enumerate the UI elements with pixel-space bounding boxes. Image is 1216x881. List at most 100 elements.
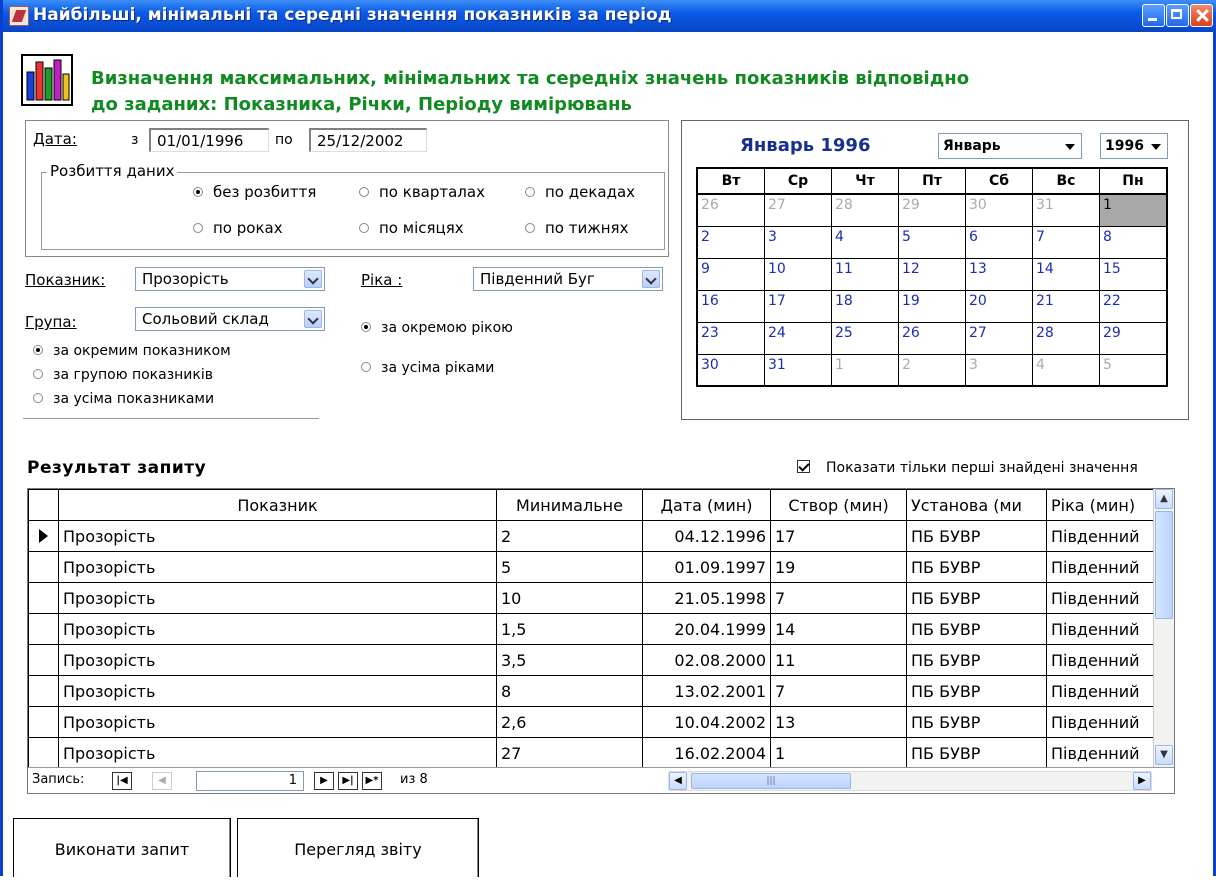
radio-split-months[interactable]: по місяцях [359, 219, 464, 237]
calendar-day[interactable]: 19 [898, 289, 966, 323]
table-row[interactable]: Прозорість 27 16.02.2004 1 ПБ БУВР Півде… [28, 737, 1159, 769]
table-cell[interactable]: Південний [1046, 675, 1159, 707]
table-cell[interactable]: Прозорість [58, 520, 497, 552]
calendar-day[interactable]: 8 [1099, 225, 1168, 259]
calendar-day[interactable]: 4 [1032, 353, 1100, 387]
close-button[interactable] [1190, 4, 1213, 27]
chevron-down-icon[interactable] [304, 270, 322, 288]
calendar-day[interactable]: 31 [1032, 193, 1100, 227]
first-record-icon[interactable]: |◀ [112, 772, 132, 790]
vertical-scrollbar[interactable]: ▲ ▼ [1153, 489, 1174, 767]
table-cell[interactable]: 3,5 [496, 644, 643, 676]
table-cell[interactable]: 8 [496, 675, 643, 707]
calendar-day[interactable]: 1 [831, 353, 899, 387]
date-to-field[interactable]: 25/12/2002 [309, 128, 427, 152]
calendar-day[interactable]: 4 [831, 225, 899, 259]
previous-record-icon[interactable]: ◀ [152, 772, 172, 790]
table-cell[interactable]: Прозорість [58, 675, 497, 707]
row-selector[interactable] [28, 737, 59, 769]
radio-split-decades[interactable]: по декадах [525, 183, 635, 201]
table-cell[interactable]: Південний [1046, 644, 1159, 676]
calendar-day[interactable]: 12 [898, 257, 966, 291]
calendar-day[interactable]: 24 [764, 321, 832, 355]
table-row[interactable]: Прозорість 10 21.05.1998 7 ПБ БУВР Півде… [28, 582, 1159, 614]
table-cell[interactable]: 13.02.2001 [642, 675, 771, 707]
only-first-checkbox[interactable]: Показати тільки перші знайдені значення [797, 459, 1138, 476]
scroll-down-icon[interactable]: ▼ [1155, 745, 1173, 765]
radio-split-years[interactable]: по роках [193, 219, 283, 237]
calendar-day[interactable]: 17 [764, 289, 832, 323]
table-row[interactable]: Прозорість 3,5 02.08.2000 11 ПБ БУВР Пів… [28, 644, 1159, 676]
record-number-field[interactable]: 1 [196, 771, 304, 791]
table-row[interactable]: Прозорість 2 04.12.1996 17 ПБ БУВР Півде… [28, 520, 1159, 552]
radio-indicator-single[interactable]: за окремим показником [33, 343, 231, 359]
calendar-day[interactable]: 6 [965, 225, 1033, 259]
group-combo[interactable]: Сольовий склад [135, 307, 325, 331]
table-cell[interactable]: Прозорість [58, 737, 497, 769]
table-cell[interactable]: Прозорість [58, 644, 497, 676]
table-cell[interactable]: 13 [770, 706, 907, 738]
row-selector[interactable] [28, 613, 59, 645]
table-cell[interactable]: ПБ БУВР [906, 613, 1047, 645]
maximize-button[interactable] [1166, 4, 1189, 27]
table-cell[interactable]: Прозорість [58, 582, 497, 614]
radio-river-all[interactable]: за усіма ріками [361, 360, 494, 376]
row-selector[interactable] [28, 706, 59, 738]
table-cell[interactable]: Прозорість [58, 613, 497, 645]
scroll-right-icon[interactable]: ▶ [1133, 772, 1151, 790]
horizontal-scrollbar[interactable]: ◀ ||| ▶ [668, 771, 1152, 791]
table-cell[interactable]: ПБ БУВР [906, 582, 1047, 614]
calendar-day[interactable]: 3 [965, 353, 1033, 387]
radio-split-weeks[interactable]: по тижнях [525, 219, 628, 237]
table-cell[interactable]: 11 [770, 644, 907, 676]
table-cell[interactable]: Південний [1046, 706, 1159, 738]
calendar-day[interactable]: 16 [696, 289, 765, 323]
calendar-day[interactable]: 31 [764, 353, 832, 387]
table-cell[interactable]: 20.04.1999 [642, 613, 771, 645]
table-cell[interactable]: ПБ БУВР [906, 675, 1047, 707]
table-cell[interactable]: Південний [1046, 520, 1159, 552]
river-combo[interactable]: Південний Буг [473, 267, 663, 291]
scroll-up-icon[interactable]: ▲ [1155, 489, 1173, 509]
table-cell[interactable]: ПБ БУВР [906, 737, 1047, 769]
chevron-down-icon[interactable] [642, 270, 660, 288]
calendar-day[interactable]: 25 [831, 321, 899, 355]
table-cell[interactable]: 14 [770, 613, 907, 645]
table-cell[interactable]: Південний [1046, 613, 1159, 645]
new-record-icon[interactable]: ▶* [362, 772, 382, 790]
scroll-thumb[interactable] [1155, 511, 1173, 619]
table-row[interactable]: Прозорість 8 13.02.2001 7 ПБ БУВР Півден… [28, 675, 1159, 707]
table-cell[interactable]: Прозорість [58, 551, 497, 583]
column-header[interactable]: Ріка (мин) [1046, 489, 1159, 521]
view-report-button[interactable]: Перегляд звіту [237, 818, 479, 877]
table-cell[interactable]: 7 [770, 675, 907, 707]
calendar-day[interactable]: 26 [696, 193, 765, 227]
table-cell[interactable]: ПБ БУВР [906, 520, 1047, 552]
row-selector[interactable] [28, 675, 59, 707]
minimize-button[interactable] [1142, 4, 1165, 27]
year-select[interactable]: 1996 [1100, 133, 1168, 159]
column-header[interactable]: Створ (мин) [770, 489, 907, 521]
calendar-day[interactable]: 9 [696, 257, 765, 291]
radio-river-single[interactable]: за окремою рікою [361, 320, 513, 336]
calendar-day[interactable]: 2 [696, 225, 765, 259]
calendar-day[interactable]: 30 [696, 353, 765, 387]
calendar-day[interactable]: 23 [696, 321, 765, 355]
calendar-day[interactable]: 26 [898, 321, 966, 355]
date-from-field[interactable]: 01/01/1996 [149, 128, 269, 152]
calendar-day[interactable]: 21 [1032, 289, 1100, 323]
indicator-combo[interactable]: Прозорість [135, 267, 325, 291]
radio-split-quarters[interactable]: по кварталах [359, 183, 485, 201]
scroll-left-icon[interactable]: ◀ [669, 772, 687, 790]
table-cell[interactable]: 7 [770, 582, 907, 614]
column-header[interactable]: Показник [58, 489, 497, 521]
table-cell[interactable]: ПБ БУВР [906, 706, 1047, 738]
table-cell[interactable]: 17 [770, 520, 907, 552]
scroll-thumb[interactable]: ||| [691, 773, 851, 789]
table-cell[interactable]: 02.08.2000 [642, 644, 771, 676]
table-cell[interactable]: 1,5 [496, 613, 643, 645]
table-row[interactable]: Прозорість 1,5 20.04.1999 14 ПБ БУВР Пів… [28, 613, 1159, 645]
table-cell[interactable]: 01.09.1997 [642, 551, 771, 583]
next-record-icon[interactable]: ▶ [314, 772, 334, 790]
table-cell[interactable]: 2 [496, 520, 643, 552]
